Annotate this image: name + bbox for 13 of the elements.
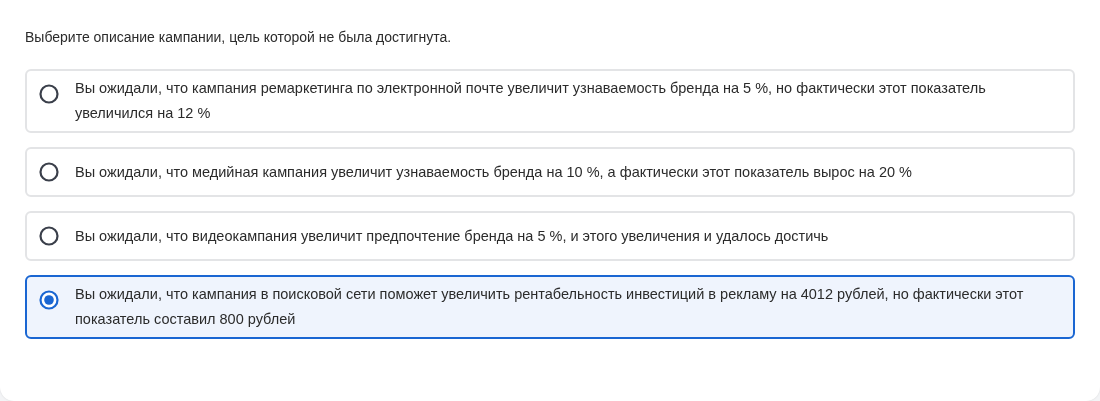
option-text: Вы ожидали, что видеокампания увеличит предпочтение бренда на 5 %, и этого увеличения и удалось достичь — [75, 226, 829, 246]
question-text: Выберите описание кампании, цель которой не была достигнута. — [25, 29, 452, 45]
answer-option[interactable]: Вы ожидали, что медийная кампания увеличит узнаваемость бренда на 10 %, а фактически этот показатель вырос на 20 % — [25, 147, 1075, 197]
answer-option[interactable]: Вы ожидали, что видеокампания увеличит предпочтение бренда на 5 %, и этого увеличения и удалось достичь — [25, 211, 1075, 261]
radio-button-icon — [39, 84, 59, 104]
option-text: Вы ожидали, что кампания ремаркетинга по электронной почте увеличит узнаваемость бренда на 5 %, но фактически этот показатель увеличился на 12 % — [75, 79, 987, 123]
answer-option[interactable]: Вы ожидали, что кампания в поисковой сети поможет увеличить рентабельность инвестиций в рекламу на 4012 рублей, но фактически этот показатель составил 800 рублей — [25, 275, 1075, 339]
radio-button-icon — [39, 226, 59, 246]
radio-button-icon — [39, 162, 59, 182]
answer-option[interactable]: Вы ожидали, что кампания ремаркетинга по электронной почте увеличит узнаваемость бренда на 5 %, но фактически этот показатель увеличился на 12 % — [25, 69, 1075, 133]
radio-button-icon — [39, 290, 59, 310]
option-text: Вы ожидали, что кампания в поисковой сети поможет увеличить рентабельность инвестиций в рекламу на 4012 рублей, но фактически этот показатель составил 800 рублей — [75, 285, 1025, 329]
option-text: Вы ожидали, что медийная кампания увеличит узнаваемость бренда на 10 %, а фактически этот показатель вырос на 20 % — [75, 162, 912, 182]
